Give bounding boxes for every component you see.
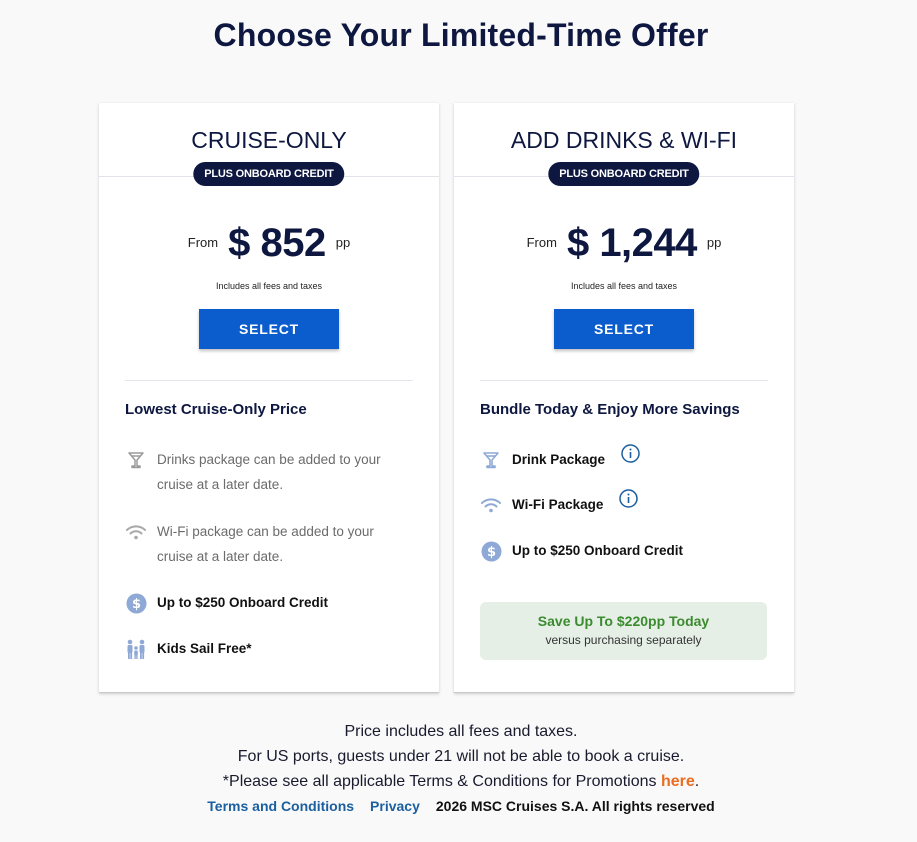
footer-line-terms: *Please see all applicable Terms & Condi…	[0, 769, 917, 794]
feature-wifi: Wi-Fi package can be added to your cruis…	[125, 519, 397, 569]
price-suffix: pp	[335, 235, 351, 250]
onboard-credit-badge: PLUS ONBOARD CREDIT	[193, 162, 345, 186]
price-suffix: pp	[706, 235, 722, 250]
divider	[125, 380, 413, 381]
price-prefix: From	[526, 235, 557, 250]
footer-links: Terms and Conditions Privacy 2026 MSC Cr…	[0, 798, 917, 814]
svg-text:$: $	[486, 545, 495, 560]
here-link[interactable]: here	[661, 773, 695, 790]
privacy-link[interactable]: Privacy	[370, 798, 420, 814]
fees-note: Includes all fees and taxes	[215, 281, 323, 291]
copyright: 2026 MSC Cruises S.A. All rights reserve…	[435, 798, 715, 814]
fees-note: Includes all fees and taxes	[570, 281, 678, 291]
savings-banner: Save Up To $220pp Today versus purchasin…	[480, 602, 767, 660]
info-icon[interactable]	[621, 444, 640, 463]
select-button[interactable]: SELECT	[199, 309, 339, 349]
page-title: Choose Your Limited-Time Offer	[213, 17, 709, 53]
family-icon	[125, 638, 147, 660]
footer-line-fees: Price includes all fees and taxes.	[344, 723, 578, 740]
feature-text: Up to $250 Onboard Credit	[157, 595, 329, 610]
wifi-icon	[480, 494, 502, 516]
svg-text:$: $	[131, 597, 140, 612]
offer-title: CRUISE-ONLY	[191, 127, 347, 153]
offer-card-cruise-only: CRUISE-ONLY PLUS ONBOARD CREDIT From $ 8…	[99, 103, 439, 693]
footer-terms-prefix: *Please see all applicable Terms & Condi…	[222, 773, 661, 790]
savings-title: Save Up To $220pp Today	[537, 613, 710, 629]
cocktail-icon	[480, 449, 502, 471]
onboard-credit-badge: PLUS ONBOARD CREDIT	[548, 162, 700, 186]
price-row: From $ 852 pp	[99, 221, 439, 266]
offer-subhead: Lowest Cruise-Only Price	[125, 401, 307, 418]
offer-card-drinks-wifi: ADD DRINKS & WI-FI PLUS ONBOARD CREDIT F…	[454, 103, 794, 693]
feature-onboard-credit: $ Up to $250 Onboard Credit	[125, 590, 397, 615]
price-amount: $ 852	[228, 221, 326, 265]
cocktail-icon	[125, 449, 147, 471]
wifi-icon	[125, 521, 147, 543]
feature-wifi-package: Wi-Fi Package	[480, 489, 639, 517]
dollar-coin-icon: $	[480, 540, 502, 562]
price-row: From $ 1,244 pp	[454, 221, 794, 266]
offer-title: ADD DRINKS & WI-FI	[510, 127, 738, 153]
select-button[interactable]: SELECT	[554, 309, 694, 349]
info-icon[interactable]	[619, 489, 639, 508]
footer-line-age: For US ports, guests under 21 will not b…	[237, 748, 685, 765]
divider	[480, 380, 768, 381]
feature-drinks: Drinks package can be added to your crui…	[125, 447, 397, 497]
dollar-coin-icon: $	[125, 592, 147, 614]
savings-subtitle: versus purchasing separately	[545, 633, 702, 647]
feature-text: Wi-Fi Package	[512, 497, 604, 512]
footer-terms-suffix: .	[694, 773, 700, 790]
feature-text: Drinks package can be added to your crui…	[157, 452, 381, 492]
feature-text: Drink Package	[512, 452, 606, 467]
feature-text: Kids Sail Free*	[157, 641, 252, 656]
terms-link[interactable]: Terms and Conditions	[207, 798, 354, 814]
feature-onboard-credit: $ Up to $250 Onboard Credit	[480, 538, 752, 563]
feature-text: Wi-Fi package can be added to your cruis…	[157, 524, 374, 564]
feature-text: Up to $250 Onboard Credit	[512, 543, 684, 558]
feature-kids-sail-free: Kids Sail Free*	[125, 636, 397, 661]
feature-drink-package: Drink Package	[480, 444, 640, 472]
price-amount: $ 1,244	[566, 221, 697, 265]
price-prefix: From	[187, 235, 219, 250]
offer-subhead: Bundle Today & Enjoy More Savings	[480, 401, 740, 418]
footer-disclaimer: Price includes all fees and taxes. For U…	[0, 719, 917, 794]
